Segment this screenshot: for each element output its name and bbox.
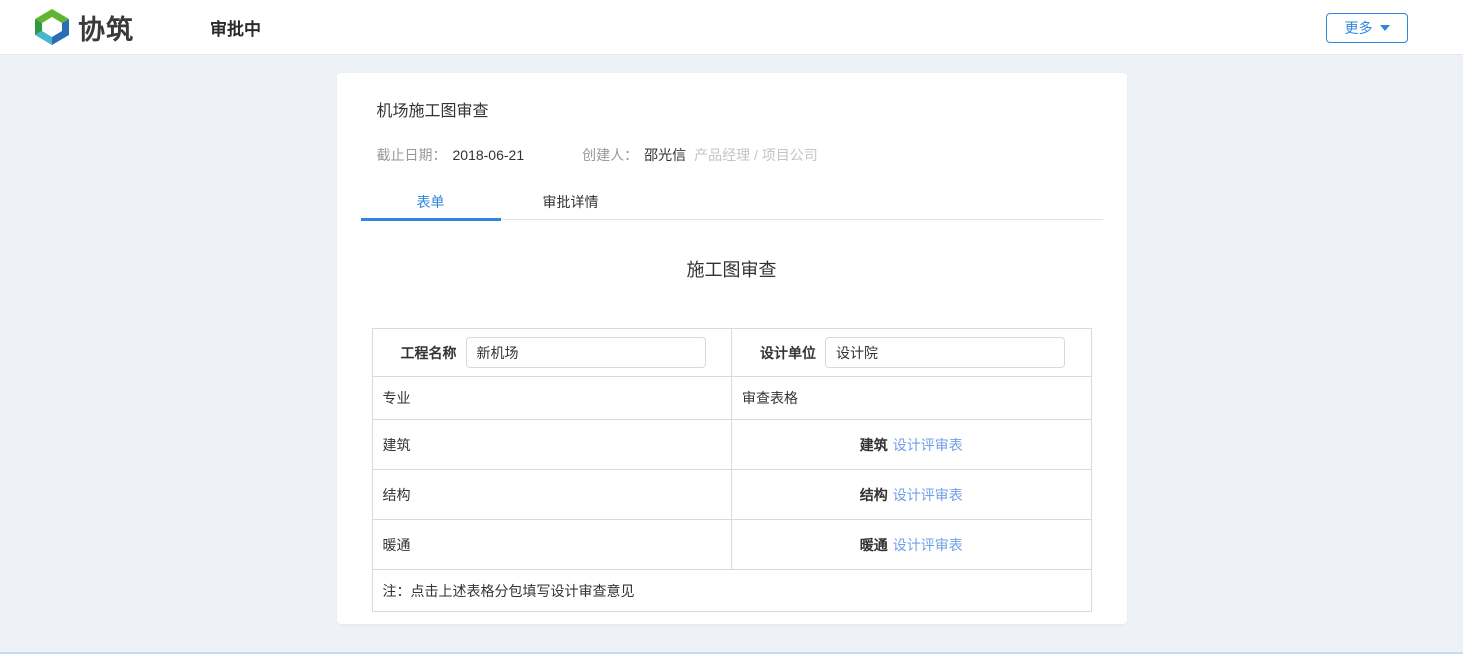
- form-title: 施工图审查: [337, 256, 1127, 282]
- structure-review-form-link[interactable]: 设计评审表: [893, 485, 963, 505]
- creator-label: 创建人：: [582, 145, 638, 165]
- logo-text: 协筑: [78, 8, 134, 47]
- approval-card: 机场施工图审查 截止日期： 2018-06-21 创建人： 邵光信 产品经理 /…: [337, 73, 1127, 624]
- table-row-note: 注：点击上述表格分包填写设计审查意见: [372, 570, 1091, 612]
- specialty-structure: 结构: [373, 470, 732, 519]
- project-name-input[interactable]: [466, 337, 706, 368]
- design-unit-input[interactable]: [825, 337, 1065, 368]
- structure-form-prefix: 结构: [860, 485, 888, 505]
- deadline-value: 2018-06-21: [453, 147, 525, 163]
- tab-form[interactable]: 表单: [361, 185, 501, 219]
- architecture-form-prefix: 建筑: [860, 435, 888, 455]
- deadline-label: 截止日期：: [377, 145, 447, 165]
- creator-role: 产品经理 / 项目公司: [694, 145, 818, 165]
- caret-down-icon: [1380, 25, 1390, 31]
- specialty-hvac: 暖通: [373, 520, 732, 569]
- table-row-structure: 结构 结构 设计评审表: [372, 470, 1091, 520]
- design-unit-label: 设计单位: [760, 343, 816, 363]
- page-title: 审批中: [210, 15, 261, 40]
- more-button-label: 更多: [1345, 18, 1373, 38]
- specialty-architecture: 建筑: [373, 420, 732, 469]
- table-row-hvac: 暖通 暖通 设计评审表: [372, 520, 1091, 570]
- more-button[interactable]: 更多: [1326, 13, 1408, 43]
- review-form-table: 工程名称 设计单位 专业 审查表格 建筑 建筑 设计评审表: [372, 328, 1092, 612]
- architecture-review-form-link[interactable]: 设计评审表: [893, 435, 963, 455]
- approval-meta: 截止日期： 2018-06-21 创建人： 邵光信 产品经理 / 项目公司: [337, 121, 1127, 165]
- approval-title: 机场施工图审查: [337, 73, 1127, 121]
- review-form-column-header: 审查表格: [732, 377, 1091, 419]
- table-row-inputs: 工程名称 设计单位: [372, 329, 1091, 377]
- project-name-label: 工程名称: [401, 343, 457, 363]
- top-header: 协筑 审批中 更多: [0, 0, 1463, 55]
- specialty-column-header: 专业: [373, 377, 732, 419]
- creator-name: 邵光信: [644, 145, 686, 165]
- table-note: 注：点击上述表格分包填写设计审查意见: [373, 570, 1091, 611]
- xiezhu-logo-icon: [32, 7, 72, 47]
- table-row-header: 专业 审查表格: [372, 377, 1091, 420]
- hvac-review-form-link[interactable]: 设计评审表: [893, 535, 963, 555]
- table-row-architecture: 建筑 建筑 设计评审表: [372, 420, 1091, 470]
- app-logo: 协筑: [32, 7, 134, 47]
- tab-bar: 表单 审批详情: [361, 185, 1103, 220]
- tab-approval-details[interactable]: 审批详情: [501, 185, 641, 219]
- hvac-form-prefix: 暖通: [860, 535, 888, 555]
